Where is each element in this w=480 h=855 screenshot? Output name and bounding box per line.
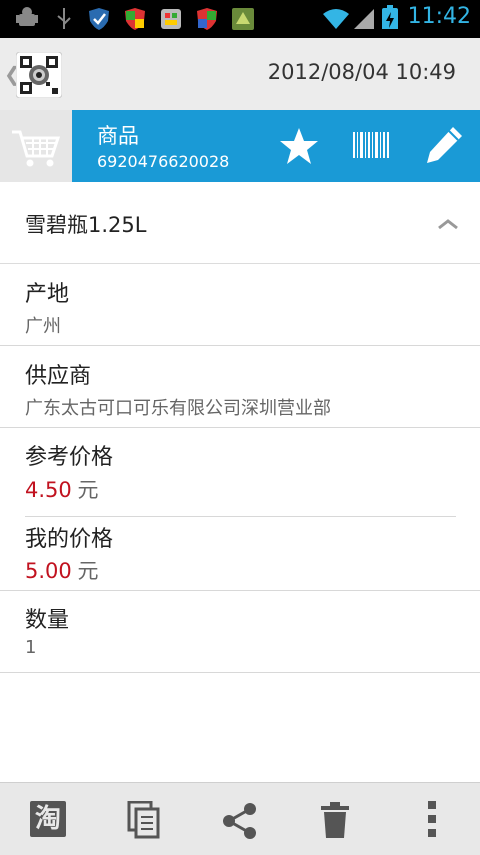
share-icon[interactable] bbox=[220, 801, 260, 841]
quantity-field[interactable]: 数量 1 bbox=[0, 591, 480, 672]
app-logo-icon[interactable] bbox=[16, 52, 62, 98]
divider bbox=[0, 672, 480, 673]
shield-color-icon-2 bbox=[197, 8, 217, 30]
my-price-unit: 元 bbox=[77, 559, 99, 583]
barcode-icon[interactable] bbox=[352, 130, 390, 160]
overflow-menu-icon[interactable] bbox=[426, 799, 438, 839]
bottom-action-bar: 淘 bbox=[0, 782, 480, 855]
usb-icon bbox=[57, 8, 71, 29]
supplier-label: 供应商 bbox=[25, 364, 92, 389]
shopping-cart-icon bbox=[12, 130, 61, 167]
app-icon-1 bbox=[161, 9, 181, 29]
signal-icon bbox=[354, 9, 374, 29]
product-name: 雪碧瓶1.25L bbox=[25, 213, 147, 237]
favorite-star-icon[interactable] bbox=[279, 127, 319, 165]
shield-color-icon bbox=[125, 8, 145, 30]
product-name-row[interactable]: 雪碧瓶1.25L bbox=[0, 182, 480, 264]
android-debug-icon bbox=[16, 7, 38, 26]
product-header-bar: 商品 6920476620028 bbox=[0, 110, 480, 182]
copy-icon[interactable] bbox=[126, 801, 162, 839]
supplier-field: 供应商 广东太古可口可乐有限公司深圳营业部 bbox=[0, 346, 480, 427]
quantity-label: 数量 bbox=[25, 608, 70, 633]
origin-field: 产地 广州 bbox=[0, 264, 480, 345]
supplier-value: 广东太古可口可乐有限公司深圳营业部 bbox=[25, 398, 331, 419]
app-icon-2 bbox=[232, 8, 254, 30]
product-barcode-number: 6920476620028 bbox=[97, 152, 230, 171]
reference-price-field: 参考价格 4.50 元 bbox=[0, 428, 480, 516]
my-price-value: 5.00 bbox=[25, 559, 72, 583]
status-bar: 11:42 bbox=[0, 0, 480, 38]
action-bar: ❮ 2012/08/04 10:49 bbox=[0, 38, 480, 111]
reference-price-value: 4.50 bbox=[25, 478, 72, 502]
product-type-label: 商品 bbox=[97, 124, 139, 148]
reference-price-label: 参考价格 bbox=[25, 445, 114, 470]
origin-label: 产地 bbox=[25, 282, 70, 307]
status-time: 11:42 bbox=[407, 4, 471, 29]
battery-charging-icon bbox=[382, 5, 398, 29]
taobao-icon[interactable]: 淘 bbox=[30, 801, 66, 837]
trash-icon[interactable] bbox=[320, 801, 350, 839]
my-price-value-wrapper: 5.00 元 bbox=[25, 555, 99, 585]
reference-price-value-wrapper: 4.50 元 bbox=[25, 474, 99, 504]
taobao-icon-char: 淘 bbox=[34, 804, 61, 834]
my-price-field[interactable]: 我的价格 5.00 元 bbox=[0, 517, 480, 590]
collapse-chevron-up-icon[interactable] bbox=[438, 218, 458, 230]
origin-value: 广州 bbox=[25, 316, 61, 337]
reference-price-unit: 元 bbox=[77, 478, 99, 502]
header-date: 2012/08/04 10:49 bbox=[267, 60, 456, 84]
shield-icon bbox=[89, 8, 109, 30]
wifi-icon bbox=[323, 9, 349, 29]
edit-pencil-icon[interactable] bbox=[424, 124, 464, 166]
cart-button[interactable] bbox=[0, 110, 72, 182]
quantity-value: 1 bbox=[25, 637, 37, 658]
my-price-label: 我的价格 bbox=[25, 527, 114, 552]
